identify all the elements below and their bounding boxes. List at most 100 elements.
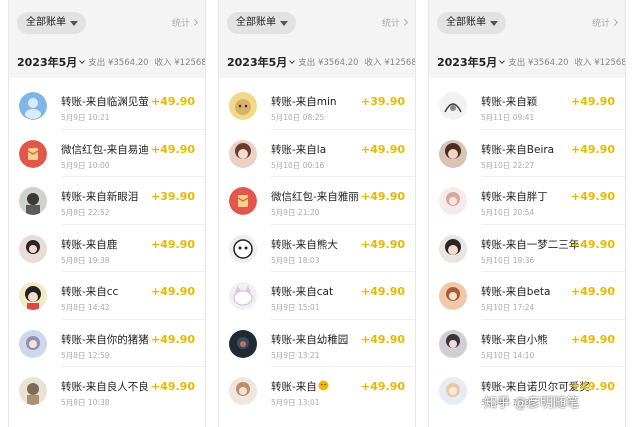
list-item[interactable]: 转账-来自幼稚园 5月9日 13:21 +49.90 bbox=[219, 320, 415, 367]
transaction-amount: +49.90 bbox=[360, 237, 405, 251]
transaction-amount: +49.90 bbox=[360, 190, 405, 203]
stats-link[interactable]: 统计 bbox=[592, 16, 619, 29]
transaction-time: 5月10日 19:36 bbox=[481, 255, 535, 265]
month-label: 2023年5月 bbox=[227, 56, 288, 69]
transaction-time: 5月9日 13:21 bbox=[271, 350, 320, 360]
list-item[interactable]: 转账-来自临渊见萤 5月9日 10:21 +49.90 bbox=[9, 82, 205, 130]
list-item[interactable]: 转账-来自良人不良 5月8日 10:38 +49.90 bbox=[9, 367, 205, 415]
avatar bbox=[439, 92, 467, 120]
chevron-right-icon bbox=[190, 18, 199, 27]
transaction-time: 5月9日 10:21 bbox=[61, 113, 110, 122]
income-total: 收入 ¥12568.62 bbox=[574, 58, 626, 68]
list-item[interactable]: 转账-来自la 5月10日 00:16 +49.90 bbox=[219, 130, 415, 177]
avatar bbox=[19, 377, 47, 405]
transaction-time: 5月8日 14:42 bbox=[61, 303, 110, 312]
transaction-title: 转账-来自cc bbox=[61, 286, 119, 298]
transaction-time: 5月9日 13:01 bbox=[271, 398, 320, 407]
filter-label: 全部账单 bbox=[446, 17, 486, 28]
bill-screen-2: 全部账单 统计 2023年5月 支出 ¥3564.20 收入 ¥12568.62… bbox=[218, 0, 416, 427]
income-total: 收入 ¥12568.62 bbox=[364, 58, 416, 68]
avatar bbox=[229, 234, 257, 263]
month-selector[interactable]: 2023年5月 bbox=[227, 54, 296, 70]
avatar bbox=[229, 377, 257, 405]
transaction-title: 转账-来自你的猪猪 bbox=[61, 333, 149, 346]
transaction-amount: +49.90 bbox=[570, 237, 615, 251]
transaction-time: 5月8日 22:52 bbox=[61, 208, 110, 217]
transaction-title: 转账-来自新眼泪 bbox=[61, 191, 139, 203]
transaction-time: 5月10日 20:54 bbox=[481, 208, 535, 217]
transaction-amount: +39.90 bbox=[150, 190, 195, 203]
transaction-amount: +49.90 bbox=[570, 95, 615, 108]
expense-total: 支出 ¥3564.20 bbox=[508, 58, 569, 68]
transaction-time: 5月9日 10:00 bbox=[61, 160, 110, 170]
avatar bbox=[229, 329, 257, 358]
transaction-time: 5月8日 19:38 bbox=[61, 255, 110, 265]
list-item[interactable]: 转账-来自鹿 5月8日 19:38 +49.90 bbox=[9, 225, 205, 272]
transaction-title: 转账-来自min bbox=[271, 96, 337, 108]
avatar bbox=[19, 282, 47, 310]
avatar bbox=[229, 139, 257, 168]
red-envelope-icon bbox=[229, 187, 257, 215]
filter-label: 全部账单 bbox=[236, 17, 276, 28]
income-total: 收入 ¥12568.62 bbox=[154, 58, 206, 68]
chevron-down-icon bbox=[289, 58, 296, 64]
list-item[interactable]: 转账-来自beta 5月10日 17:24 +49.90 bbox=[429, 272, 625, 320]
list-item[interactable]: 转账-来自你的猪猪 5月8日 12:59 +49.90 bbox=[9, 320, 205, 367]
list-item[interactable]: 微信红包-来自易迪 5月9日 10:00 +49.90 bbox=[9, 130, 205, 177]
bill-screen-3: 全部账单 统计 2023年5月 支出 ¥3564.20 收入 ¥12568.62… bbox=[428, 0, 626, 427]
filter-dropdown[interactable]: 全部账单 bbox=[437, 12, 506, 34]
list-item[interactable]: 转账-来自熊大 5月9日 18:03 +49.90 bbox=[219, 225, 415, 272]
chevron-right-icon bbox=[400, 18, 409, 27]
month-selector[interactable]: 2023年5月 bbox=[17, 54, 86, 70]
transaction-title: 转账-来自 bbox=[271, 379, 329, 394]
transaction-title: 转账-来自胖丁 bbox=[481, 191, 548, 203]
caret-down-icon bbox=[70, 21, 78, 26]
expense-total: 支出 ¥3564.20 bbox=[298, 58, 359, 68]
list-item[interactable]: 转账-来自胖丁 5月10日 20:54 +49.90 bbox=[429, 177, 625, 225]
transaction-time: 5月9日 21:20 bbox=[271, 208, 320, 217]
transaction-time: 5月10日 00:16 bbox=[271, 160, 325, 170]
filter-dropdown[interactable]: 全部账单 bbox=[17, 12, 86, 34]
stats-label: 统计 bbox=[381, 19, 400, 29]
stats-link[interactable]: 统计 bbox=[171, 16, 199, 29]
filter-label: 全部账单 bbox=[26, 17, 66, 28]
top-bar: 全部账单 统计 bbox=[9, 0, 205, 46]
transaction-title: 转账-来自幼稚园 bbox=[271, 333, 349, 346]
list-item[interactable]: 转账-来自颖 5月11日 09:41 +49.90 bbox=[429, 82, 625, 130]
avatar bbox=[19, 329, 47, 358]
avatar bbox=[439, 234, 467, 263]
month-label: 2023年5月 bbox=[437, 56, 498, 69]
avatar bbox=[439, 187, 467, 215]
transaction-amount: +49.90 bbox=[150, 332, 195, 346]
list-item[interactable]: 转账-来自Beira 5月10日 22:27 +49.90 bbox=[429, 130, 625, 177]
avatar bbox=[19, 187, 47, 215]
transaction-amount: +49.90 bbox=[570, 285, 615, 298]
avatar bbox=[439, 282, 467, 310]
transaction-time: 5月11日 09:41 bbox=[481, 113, 535, 122]
month-label: 2023年5月 bbox=[17, 56, 78, 69]
avatar bbox=[439, 377, 467, 405]
avatar bbox=[19, 234, 47, 263]
transaction-title: 转账-来自熊大 bbox=[271, 238, 338, 251]
list-item[interactable]: 转账-来自 5月9日 13:01 +49.90 bbox=[219, 367, 415, 415]
filter-dropdown[interactable]: 全部账单 bbox=[227, 12, 296, 34]
transaction-amount: +49.90 bbox=[150, 142, 195, 156]
list-item[interactable]: 转账-来自cat 5月9日 15:01 +49.90 bbox=[219, 272, 415, 320]
stats-link[interactable]: 统计 bbox=[381, 16, 409, 29]
list-item[interactable]: 转账-来自新眼泪 5月8日 22:52 +39.90 bbox=[9, 177, 205, 225]
list-item[interactable]: 微信红包-来自雅丽 5月9日 21:20 +49.90 bbox=[219, 177, 415, 225]
month-summary: 2023年5月 支出 ¥3564.20 收入 ¥12568.62 bbox=[9, 46, 205, 78]
transaction-title: 转账-来自鹿 bbox=[61, 238, 118, 251]
transaction-time: 5月9日 15:01 bbox=[271, 303, 320, 312]
expense-total: 支出 ¥3564.20 bbox=[88, 58, 149, 68]
list-item[interactable]: 转账-来自cc 5月8日 14:42 +49.90 bbox=[9, 272, 205, 320]
month-selector[interactable]: 2023年5月 bbox=[437, 54, 506, 70]
list-item[interactable]: 转账-来自一梦二三年 5月10日 19:36 +49.90 bbox=[429, 225, 625, 272]
list-item[interactable]: 转账-来自min 5月10日 08:25 +39.90 bbox=[219, 82, 415, 130]
list-item[interactable]: 转账-来自小熊 5月10日 14:10 +49.90 bbox=[429, 320, 625, 367]
transaction-amount: +49.90 bbox=[360, 142, 405, 156]
transaction-amount: +49.90 bbox=[150, 380, 195, 393]
stats-label: 统计 bbox=[171, 19, 190, 29]
transaction-amount: +49.90 bbox=[570, 190, 615, 203]
transaction-time: 5月10日 14:10 bbox=[481, 350, 535, 360]
